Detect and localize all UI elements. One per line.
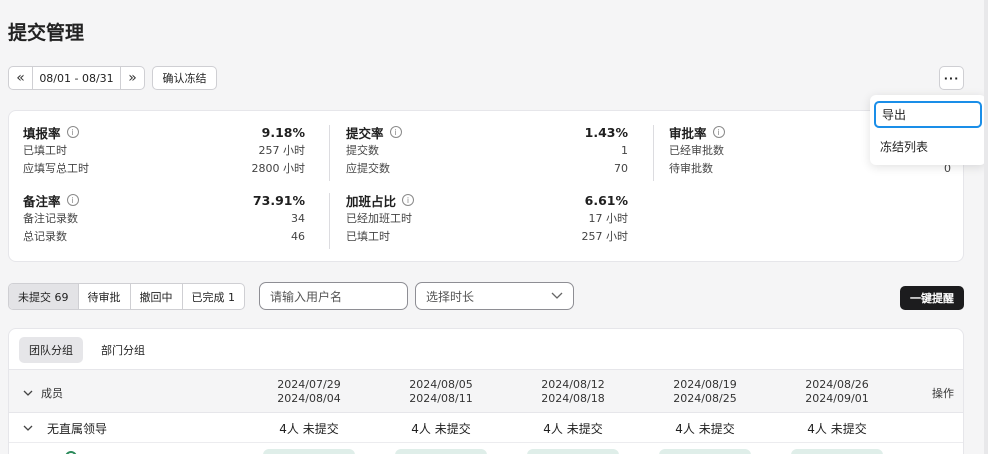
- stat-value: 1.43%: [584, 124, 628, 140]
- week-status-cell: 4人 未提交: [279, 421, 339, 436]
- status-pill: [395, 449, 487, 454]
- stat-submit-rate: 提交率 i 1.43% 提交数 1 应提交数 70: [346, 123, 628, 177]
- more-options-icon[interactable]: ···: [939, 66, 964, 90]
- info-icon[interactable]: i: [66, 194, 79, 206]
- stat-label: 加班占比: [346, 193, 397, 209]
- stat-fill-rate: 填报率 i 9.18% 已填工时 257 小时 应填写总工时 2800 小时: [23, 123, 305, 177]
- next-period-icon[interactable]: »: [120, 67, 144, 89]
- page-title: 提交管理: [8, 22, 85, 44]
- divider: [653, 125, 654, 181]
- member-column-header: 成员: [41, 387, 63, 400]
- submission-table: 团队分组 部门分组 成员 2024/07/29 2024/08/04 2024/0…: [8, 328, 964, 454]
- status-pill: [527, 449, 619, 454]
- week-status-cell: 4人 未提交: [543, 421, 603, 436]
- menu-item-export[interactable]: 导出: [874, 101, 982, 128]
- info-icon[interactable]: i: [66, 126, 79, 138]
- week-column-header: 2024/08/19 2024/08/25: [673, 378, 737, 405]
- stat-value: 73.91%: [252, 192, 305, 208]
- tab-withdrawing[interactable]: 撤回中: [131, 284, 183, 309]
- table-row[interactable]: 无直属领导 4人 未提交 4人 未提交 4人 未提交 4人 未提交 4人 未提交: [9, 413, 963, 443]
- week-status-cell: 4人 未提交: [807, 421, 867, 436]
- divider: [329, 193, 330, 249]
- chevron-down-icon: [551, 292, 563, 299]
- status-filter-tabs: 未提交 69 待审批 撤回中 已完成 1: [8, 283, 245, 310]
- confirm-freeze-button[interactable]: 确认冻结: [152, 66, 217, 90]
- more-options-menu: 导出 冻结列表: [870, 95, 986, 165]
- action-column-header: 操作: [932, 387, 954, 400]
- stat-row-label: 应填写总工时: [23, 162, 89, 175]
- week-column-header: 2024/07/29 2024/08/04: [277, 378, 341, 405]
- remind-all-button[interactable]: 一键提醒: [900, 286, 964, 310]
- stat-label: 提交率: [346, 125, 384, 141]
- stat-overtime-ratio: 加班占比 i 6.61% 已经加班工时 17 小时 已填工时 257 小时: [346, 191, 628, 245]
- stat-label: 填报率: [23, 125, 61, 141]
- group-name: 无直属领导: [47, 421, 108, 436]
- stat-value: 9.18%: [261, 124, 305, 140]
- stats-card: 填报率 i 9.18% 已填工时 257 小时 应填写总工时 2800 小时 提交率 i 1…: [8, 110, 964, 262]
- stat-label: 审批率: [669, 125, 707, 141]
- stat-row-label: 已经审批数: [669, 144, 724, 157]
- stat-row-value: 17 小时: [588, 212, 629, 225]
- table-header: 成员 2024/07/29 2024/08/04 2024/08/05 2024/0…: [9, 369, 963, 413]
- duration-select-label: 选择时长: [426, 289, 475, 304]
- status-pill: [263, 449, 355, 454]
- chevron-down-icon[interactable]: [23, 425, 33, 432]
- tab-pending-approval[interactable]: 待审批: [79, 284, 131, 309]
- stat-row-value: 34: [291, 211, 305, 225]
- stat-row-label: 已经加班工时: [346, 212, 412, 225]
- week-status-cell: 4人 未提交: [411, 421, 471, 436]
- week-column-header: 2024/08/12 2024/08/18: [541, 378, 605, 405]
- scrollbar[interactable]: [984, 0, 988, 454]
- stat-label: 备注率: [23, 193, 61, 209]
- status-pill: [659, 449, 751, 454]
- stat-row-value: 70: [614, 161, 628, 175]
- stat-row-value: 1: [621, 143, 628, 157]
- date-range-picker[interactable]: « 08/01 - 08/31 »: [8, 66, 145, 90]
- stat-row-value: 2800 小时: [251, 162, 306, 175]
- stat-row-label: 总记录数: [23, 230, 67, 243]
- stat-value: 6.61%: [584, 192, 628, 208]
- stat-row-label: 已填工时: [23, 144, 67, 157]
- stat-row-label: 备注记录数: [23, 212, 78, 225]
- tab-not-submitted[interactable]: 未提交 69: [9, 284, 79, 309]
- stat-row-label: 已填工时: [346, 230, 390, 243]
- stat-row-label: 提交数: [346, 144, 379, 157]
- week-column-header: 2024/08/26 2024/09/01: [805, 378, 869, 405]
- tab-department-group[interactable]: 部门分组: [91, 337, 155, 363]
- info-icon[interactable]: i: [402, 194, 415, 206]
- stat-row-value: 257 小时: [258, 144, 306, 157]
- duration-select[interactable]: 选择时长: [415, 282, 574, 310]
- date-range-label[interactable]: 08/01 - 08/31: [33, 67, 120, 89]
- stat-note-rate: 备注率 i 73.91% 备注记录数 34 总记录数 46: [23, 191, 305, 245]
- week-status-cell: 4人 未提交: [675, 421, 735, 436]
- menu-item-freeze-list[interactable]: 冻结列表: [874, 133, 982, 160]
- info-icon[interactable]: i: [712, 126, 725, 138]
- chevron-down-icon[interactable]: [23, 390, 33, 397]
- week-column-header: 2024/08/05 2024/08/11: [409, 378, 473, 405]
- info-icon[interactable]: i: [389, 126, 402, 138]
- status-pill: [791, 449, 883, 454]
- stat-row-label: 待审批数: [669, 162, 713, 175]
- divider: [329, 125, 330, 181]
- prev-period-icon[interactable]: «: [9, 67, 33, 89]
- tab-completed[interactable]: 已完成 1: [183, 284, 245, 309]
- username-search-input[interactable]: 请输入用户名: [259, 282, 408, 310]
- stat-row-label: 应提交数: [346, 162, 390, 175]
- stat-row-value: 257 小时: [581, 230, 629, 243]
- stat-row-value: 46: [291, 229, 305, 243]
- tab-team-group[interactable]: 团队分组: [19, 337, 83, 363]
